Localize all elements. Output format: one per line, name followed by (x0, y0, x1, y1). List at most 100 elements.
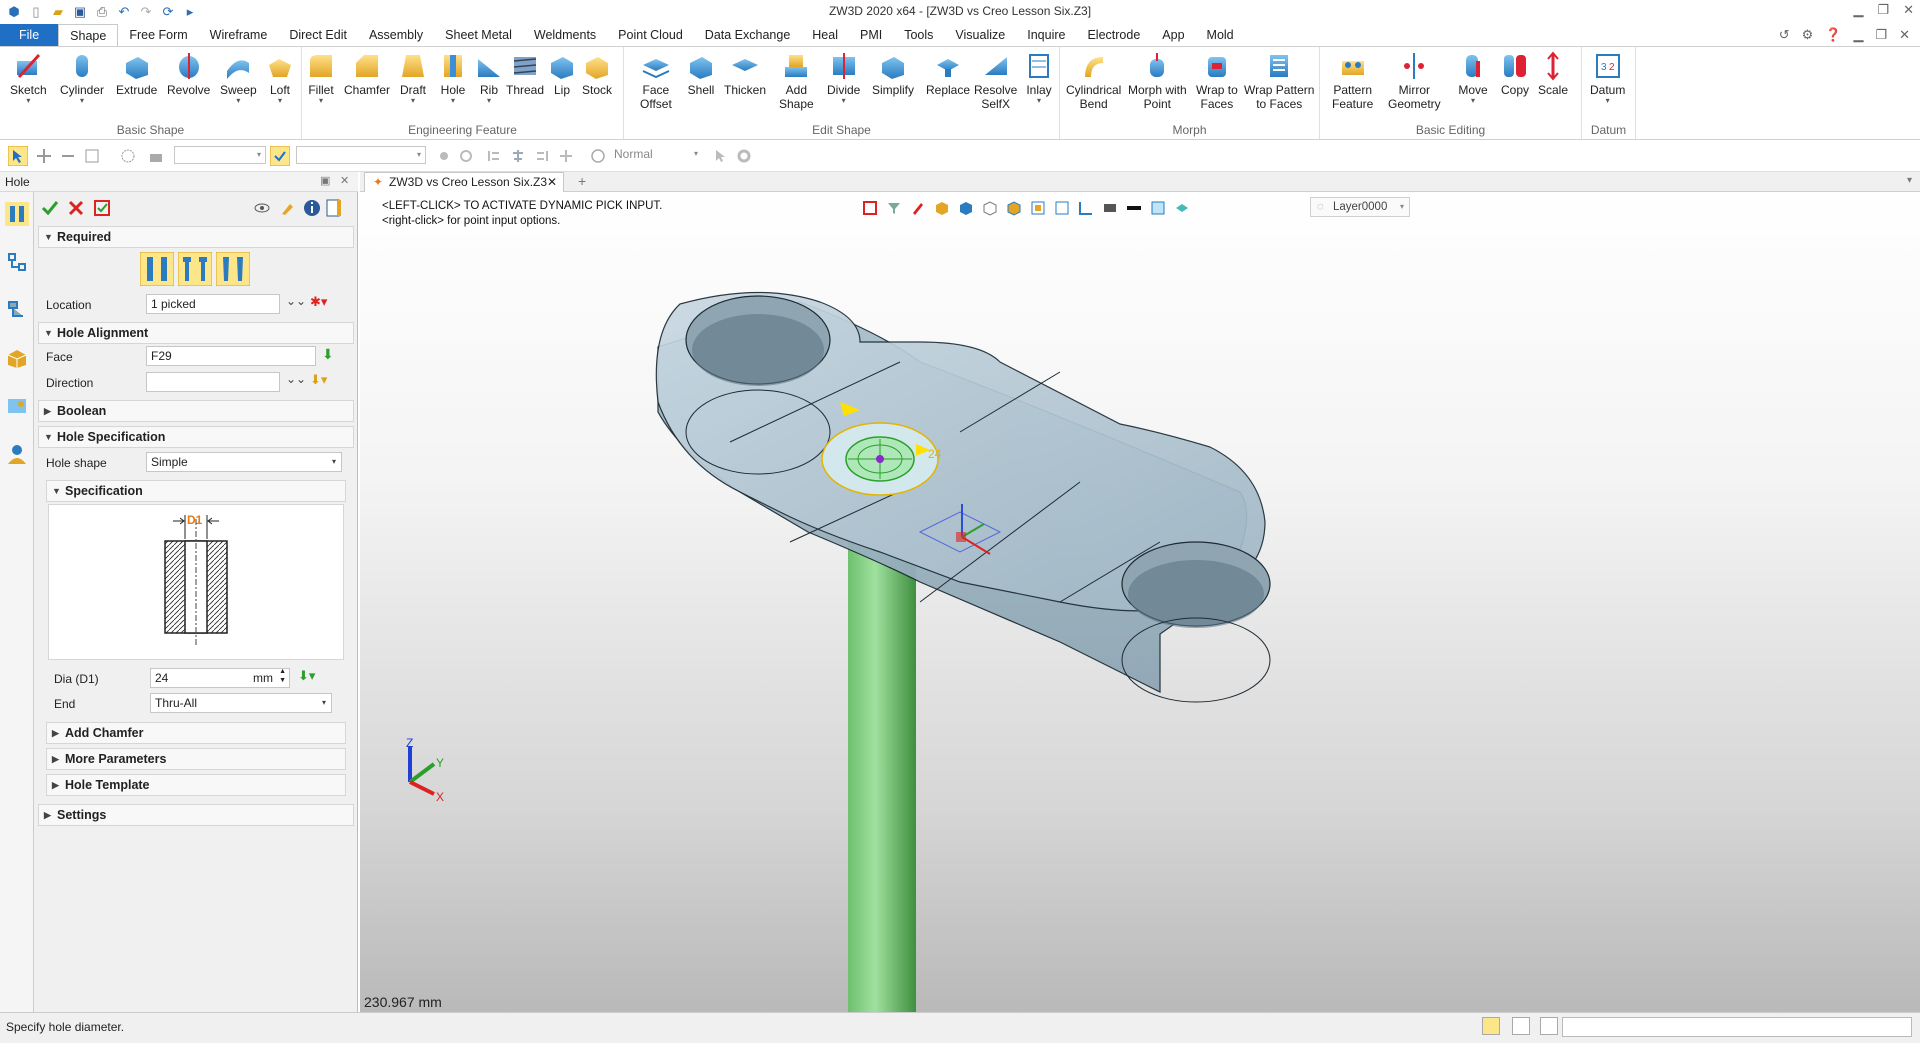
cylinder-button[interactable]: Cylinder ▾ (60, 51, 104, 105)
minus-icon[interactable] (60, 148, 76, 164)
part-model[interactable]: 24 (360, 192, 1920, 1012)
counterbore-hole-type-button[interactable] (178, 252, 212, 286)
hole-button[interactable]: Hole ▾ (438, 51, 468, 105)
section-hole-alignment[interactable]: ▼ Hole Alignment (38, 322, 354, 344)
visual-manager-icon[interactable] (5, 394, 29, 418)
section-specification[interactable]: ▼ Specification (46, 480, 346, 502)
sketch-button[interactable]: Sketch ▾ (10, 51, 47, 105)
tab-inquire[interactable]: Inquire (1016, 24, 1076, 46)
tab-tools[interactable]: Tools (893, 24, 944, 46)
simplify-button[interactable]: Simplify (872, 51, 914, 97)
thread-button[interactable]: Thread (506, 51, 544, 97)
tab-list-icon[interactable]: ▾ (1907, 175, 1912, 186)
divide-button[interactable]: Divide ▾ (827, 51, 860, 105)
print-icon[interactable]: ⎙ (94, 4, 110, 20)
section-hole-specification[interactable]: ▼ Hole Specification (38, 426, 354, 448)
tab-shape[interactable]: Shape (58, 24, 119, 46)
simple-hole-type-button[interactable] (140, 252, 174, 286)
snap-toggle-icon[interactable] (270, 146, 290, 166)
distribute-icon[interactable] (558, 148, 574, 164)
loft-button[interactable]: Loft ▾ (265, 51, 295, 105)
fillet-button[interactable]: Fillet ▾ (306, 51, 336, 105)
display-filter-icon[interactable] (148, 148, 164, 164)
filter-select[interactable]: ▾ (174, 146, 266, 164)
shell-button[interactable]: Shell (686, 51, 716, 97)
history-manager-icon[interactable] (5, 202, 29, 226)
copy-button[interactable]: Copy (1500, 51, 1530, 97)
dia-field[interactable]: 24 mm ▲ ▼ (150, 668, 290, 688)
lip-button[interactable]: Lip (547, 51, 577, 97)
face-field[interactable]: F29 (146, 346, 316, 366)
snap-select[interactable]: ▾ (296, 146, 426, 164)
settings-icon[interactable]: ⚙ (1802, 27, 1814, 43)
inlay-button[interactable]: Inlay ▾ (1024, 51, 1054, 105)
section-more-parameters[interactable]: ▶ More Parameters (46, 748, 346, 770)
redo-icon[interactable]: ↷ (138, 4, 154, 20)
apply-icon[interactable] (92, 198, 112, 218)
add-tab-button[interactable]: + (578, 173, 586, 189)
render-mode-select[interactable]: Normal ▾ (610, 146, 702, 164)
close-doc-icon[interactable]: ✕ (1899, 27, 1910, 43)
filter-icon[interactable] (84, 148, 100, 164)
section-hole-template[interactable]: ▶ Hole Template (46, 774, 346, 796)
minimize-doc-icon[interactable]: ▁ (1853, 27, 1863, 43)
panel-pin-icon[interactable]: ▣ (320, 174, 330, 187)
circle-select-icon[interactable] (120, 148, 136, 164)
status-tree-icon[interactable] (1482, 1017, 1500, 1035)
restore-doc-icon[interactable]: ❐ (1875, 27, 1887, 43)
assembly-tree-icon[interactable] (5, 250, 29, 274)
dia-pick-icon[interactable]: ⬇▾ (298, 668, 315, 684)
pattern-feature-button[interactable]: Pattern Feature (1332, 51, 1373, 111)
section-boolean[interactable]: ▶ Boolean (38, 400, 354, 422)
save-icon[interactable]: ▣ (72, 4, 88, 20)
align-center-icon[interactable] (510, 148, 526, 164)
gear-filter-icon[interactable] (458, 148, 474, 164)
3d-viewport[interactable]: <LEFT-CLICK> TO ACTIVATE DYNAMIC PICK IN… (360, 192, 1920, 1012)
resolve-selfx-button[interactable]: Resolve SelfX (974, 51, 1017, 111)
section-settings[interactable]: ▶ Settings (38, 804, 354, 826)
rib-button[interactable]: Rib ▾ (474, 51, 504, 105)
help-doc-icon[interactable] (324, 198, 344, 218)
tab-weldments[interactable]: Weldments (523, 24, 607, 46)
command-input[interactable] (1562, 1017, 1912, 1037)
preview-eye-icon[interactable] (252, 198, 272, 218)
wrap-to-faces-button[interactable]: Wrap to Faces (1196, 51, 1238, 111)
direction-pick-icon[interactable]: ⬇▾ (310, 372, 327, 388)
brush-icon[interactable] (278, 198, 298, 218)
tab-wireframe[interactable]: Wireframe (199, 24, 279, 46)
ok-check-icon[interactable] (40, 198, 60, 218)
cancel-x-icon[interactable] (66, 198, 86, 218)
tab-pmi[interactable]: PMI (849, 24, 893, 46)
crosshair-icon[interactable] (36, 148, 52, 164)
document-tab[interactable]: ✦ ZW3D vs Creo Lesson Six.Z3 ✕ (364, 172, 564, 192)
back-icon[interactable]: ↺ (1779, 27, 1790, 43)
pointer-tool-icon[interactable] (712, 148, 728, 164)
render-mode-icon[interactable] (590, 148, 606, 164)
align-left-icon[interactable] (486, 148, 502, 164)
tab-mold[interactable]: Mold (1196, 24, 1245, 46)
thicken-button[interactable]: Thicken (724, 51, 766, 97)
section-add-chamfer[interactable]: ▶ Add Chamfer (46, 722, 346, 744)
tab-direct-edit[interactable]: Direct Edit (278, 24, 358, 46)
add-shape-button[interactable]: Add Shape (779, 51, 814, 111)
tab-electrode[interactable]: Electrode (1076, 24, 1151, 46)
chamfer-button[interactable]: Chamfer (344, 51, 390, 97)
settings-tool-icon[interactable] (736, 148, 752, 164)
datum-button[interactable]: 32 Datum ▾ (1590, 51, 1625, 105)
spinner-icon[interactable]: ▲ ▼ (279, 667, 286, 685)
tab-assembly[interactable]: Assembly (358, 24, 434, 46)
extrude-button[interactable]: Extrude (116, 51, 157, 97)
close-tab-icon[interactable]: ✕ (547, 173, 557, 191)
align-right-icon[interactable] (534, 148, 550, 164)
file-menu[interactable]: File (0, 24, 59, 46)
pick-cursor-icon[interactable] (8, 146, 28, 166)
user-icon[interactable] (5, 442, 29, 466)
info-icon[interactable] (302, 198, 322, 218)
undo-icon[interactable]: ↶ (116, 4, 132, 20)
restore-button[interactable]: ❐ (1877, 2, 1889, 18)
scale-button[interactable]: Scale (1538, 51, 1568, 97)
minimize-button[interactable]: ▁ (1853, 2, 1863, 18)
hole-shape-select[interactable]: Simple ▾ (146, 452, 342, 472)
part-library-icon[interactable] (5, 346, 29, 370)
point-icon[interactable] (436, 148, 452, 164)
